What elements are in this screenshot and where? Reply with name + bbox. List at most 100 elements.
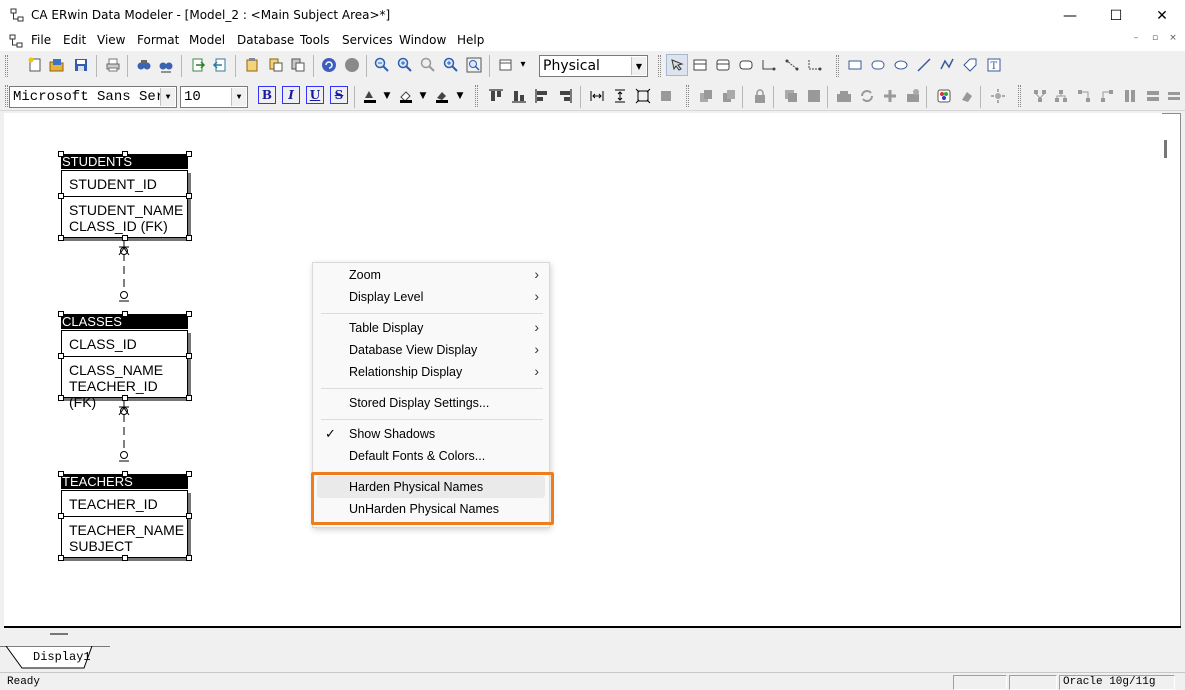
refresh-disabled-icon[interactable]: [857, 86, 877, 106]
selection-handle[interactable]: [186, 513, 192, 519]
menu-item-default-fonts-colors[interactable]: Default Fonts & Colors...: [317, 445, 545, 467]
text-block-icon[interactable]: T: [984, 55, 1004, 75]
selection-handle[interactable]: [122, 151, 128, 157]
bold-button[interactable]: B: [258, 86, 276, 104]
layout-vertical-icon[interactable]: [1120, 86, 1140, 106]
complete-compare-icon[interactable]: [288, 55, 308, 75]
toolbar-grip[interactable]: [5, 55, 8, 77]
toolbar-grip[interactable]: [475, 85, 478, 107]
save-icon[interactable]: [71, 55, 91, 75]
tab-display1[interactable]: Display1: [22, 646, 92, 670]
open-icon[interactable]: [47, 55, 67, 75]
menu-format[interactable]: Format: [137, 33, 179, 47]
layout-tree-icon[interactable]: [1051, 86, 1071, 106]
polyline-shape-icon[interactable]: [937, 55, 957, 75]
undo-icon[interactable]: [319, 55, 339, 75]
zoom-fit-icon[interactable]: [441, 55, 461, 75]
space-vertical-icon[interactable]: [610, 86, 630, 106]
arrange-disabled-icon[interactable]: [719, 86, 739, 106]
erwin-app-icon[interactable]: [10, 8, 24, 22]
toolbar-grip[interactable]: [5, 85, 8, 107]
scrollbar-thumb[interactable]: [1164, 140, 1167, 158]
layout-disabled-icon[interactable]: [656, 86, 676, 106]
subtype-tool-icon[interactable]: [736, 55, 756, 75]
rounded-rect-shape-icon[interactable]: [868, 55, 888, 75]
selection-handle[interactable]: [58, 151, 64, 157]
menu-services[interactable]: Services: [342, 33, 393, 47]
mdi-close-button[interactable]: ×: [1166, 33, 1180, 47]
new-icon[interactable]: [25, 55, 45, 75]
layout-horizontal-icon[interactable]: [1143, 86, 1163, 106]
align-left-icon[interactable]: [532, 86, 552, 106]
menu-item-table-display[interactable]: Table Display ›: [317, 317, 545, 339]
selection-handle[interactable]: [122, 471, 128, 477]
display-level-dropdown-icon[interactable]: ▾: [513, 55, 533, 75]
italic-button[interactable]: I: [282, 86, 300, 104]
minimize-button[interactable]: —: [1047, 0, 1093, 31]
selection-handle[interactable]: [186, 353, 192, 359]
layout-circular-icon[interactable]: [1097, 86, 1117, 106]
menu-edit[interactable]: Edit: [63, 33, 86, 47]
menu-window[interactable]: Window: [399, 33, 446, 47]
align-top-icon[interactable]: [486, 86, 506, 106]
toolbar-grip[interactable]: [658, 55, 661, 77]
rectangle-shape-icon[interactable]: [845, 55, 865, 75]
forward-engineer-icon[interactable]: [188, 55, 208, 75]
vertical-scrollbar[interactable]: [1157, 116, 1175, 626]
palette-icon[interactable]: [934, 86, 954, 106]
toolbar-grip[interactable]: [1018, 85, 1021, 107]
identifying-relationship-icon[interactable]: [759, 55, 779, 75]
arrange-disabled-icon[interactable]: [696, 86, 716, 106]
strikethrough-button[interactable]: S: [330, 86, 348, 104]
flip-disabled-icon[interactable]: [880, 86, 900, 106]
close-button[interactable]: ✕: [1139, 0, 1185, 31]
ungroup-disabled-icon[interactable]: [804, 86, 824, 106]
selection-handle[interactable]: [186, 193, 192, 199]
selection-handle[interactable]: [186, 311, 192, 317]
entity-students[interactable]: STUDENTS STUDENT_ID STUDENT_NAME CLASS_I…: [58, 151, 192, 242]
find-replace-icon[interactable]: [156, 55, 176, 75]
font-size-select[interactable]: 10 ▼: [180, 86, 248, 108]
line-color-dropdown-icon[interactable]: ▼: [450, 86, 470, 106]
selection-handle[interactable]: [58, 235, 64, 241]
format-brush-icon[interactable]: [957, 86, 977, 106]
print-icon[interactable]: [103, 55, 123, 75]
resize-to-fit-icon[interactable]: [633, 86, 653, 106]
scrollbar-thumb[interactable]: [50, 633, 68, 635]
selection-handle[interactable]: [58, 193, 64, 199]
entity-tool-icon[interactable]: [690, 55, 710, 75]
mdi-minimize-button[interactable]: –: [1129, 33, 1143, 47]
menu-item-relationship-display[interactable]: Relationship Display ›: [317, 361, 545, 383]
menu-item-display-level[interactable]: Display Level ›: [317, 286, 545, 308]
find-icon[interactable]: [134, 55, 154, 75]
shape-disabled-icon[interactable]: [903, 86, 923, 106]
line-shape-icon[interactable]: [914, 55, 934, 75]
font-color-dropdown-icon[interactable]: ▼: [377, 86, 397, 106]
font-family-select[interactable]: Microsoft Sans Ser: ▼: [9, 86, 177, 108]
zoom-out-icon[interactable]: [372, 55, 392, 75]
zoom-actual-size-icon[interactable]: [464, 55, 484, 75]
lock-disabled-icon[interactable]: [750, 86, 770, 106]
group-disabled-icon[interactable]: [781, 86, 801, 106]
zoom-in-icon[interactable]: [395, 55, 415, 75]
selection-handle[interactable]: [58, 395, 64, 401]
menu-item-show-shadows[interactable]: ✓ Show Shadows: [317, 423, 545, 445]
zoom-disabled-icon[interactable]: [418, 55, 438, 75]
selection-handle[interactable]: [58, 311, 64, 317]
layout-hierarchical-icon[interactable]: [1030, 86, 1050, 106]
selection-handle[interactable]: [58, 555, 64, 561]
selection-handle[interactable]: [122, 235, 128, 241]
menu-view[interactable]: View: [97, 33, 125, 47]
menu-item-zoom[interactable]: Zoom ›: [317, 264, 545, 286]
relationship-students-classes[interactable]: [118, 240, 130, 302]
maximize-button[interactable]: ☐: [1093, 0, 1139, 31]
rotate-disabled-icon[interactable]: [834, 86, 854, 106]
menu-item-stored-display-settings[interactable]: Stored Display Settings...: [317, 392, 545, 414]
clipboard-icon[interactable]: [242, 55, 262, 75]
select-pointer-icon[interactable]: [666, 54, 688, 76]
ellipse-shape-icon[interactable]: [891, 55, 911, 75]
many-to-many-relationship-icon[interactable]: [782, 55, 802, 75]
model-type-select[interactable]: Physical ▼: [539, 55, 648, 77]
menu-help[interactable]: Help: [457, 33, 484, 47]
document-system-menu-icon[interactable]: [9, 34, 23, 48]
